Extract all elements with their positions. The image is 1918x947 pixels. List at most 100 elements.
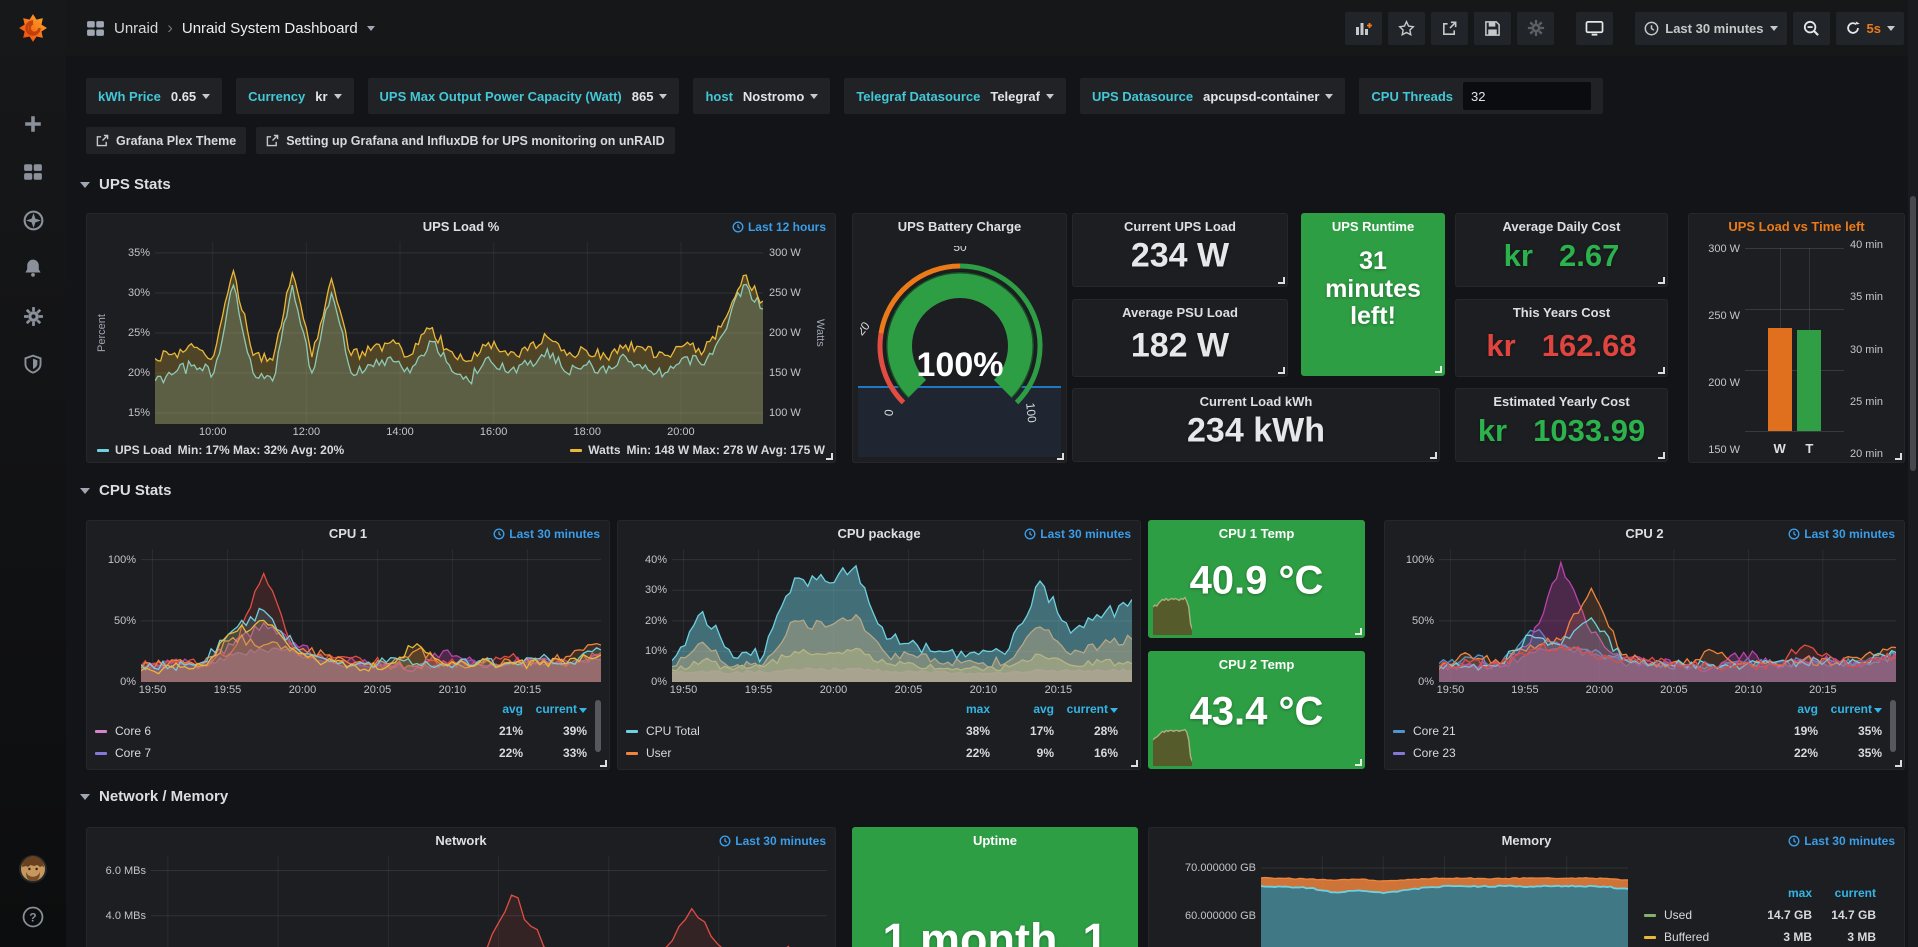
legend-sort-header[interactable]: current <box>1818 702 1882 716</box>
legend-series[interactable]: WattsMin: 148 W Max: 278 W Avg: 175 W <box>570 443 825 457</box>
link-grafana-plex-theme[interactable]: Grafana Plex Theme <box>86 127 246 154</box>
plot-area[interactable] <box>151 856 827 947</box>
sidebar-item-dashboards[interactable] <box>0 148 66 196</box>
panel-uptime[interactable]: Uptime 1 month, 1 <box>852 827 1138 947</box>
panel-title[interactable]: CPU 1 Temp <box>1219 527 1295 540</box>
legend-scrollbar[interactable] <box>1890 700 1896 752</box>
plot-area[interactable]: WT <box>1745 242 1844 437</box>
bar-T[interactable] <box>1797 330 1821 431</box>
resize-handle[interactable] <box>1658 367 1665 374</box>
panel-estimated-yearly-cost[interactable]: Estimated Yearly Cost kr1033.99 <box>1455 388 1668 462</box>
panel-title[interactable]: CPU 1 <box>329 527 367 540</box>
legend-series-name[interactable]: CPU Total <box>626 724 926 738</box>
variable-cpu-threads[interactable]: CPU Threads 32 <box>1359 78 1603 114</box>
legend-series-name[interactable]: Used <box>1644 908 1748 922</box>
breadcrumb-dashboard-title[interactable]: Unraid System Dashboard <box>182 20 358 37</box>
legend-series-name[interactable]: Core 6 <box>95 724 459 738</box>
panel-ups-battery-charge[interactable]: UPS Battery Charge02050100100% <box>852 213 1067 463</box>
panel-time-range[interactable]: Last 30 minutes <box>1024 528 1131 540</box>
sidebar-item-profile[interactable] <box>0 845 66 893</box>
panel-title[interactable]: Current UPS Load <box>1124 220 1236 233</box>
legend-sort-header[interactable]: max <box>1748 886 1812 900</box>
legend-scrollbar[interactable] <box>595 700 601 752</box>
panel-cpu1-graph[interactable]: CPU 1Last 30 minutes100%50%0%19:5019:552… <box>86 520 610 770</box>
legend-series-name[interactable]: Core 23 <box>1393 746 1754 760</box>
resize-handle[interactable] <box>1658 452 1665 459</box>
legend-sort-header[interactable]: avg <box>990 702 1054 716</box>
panel-memory-graph[interactable]: MemoryLast 30 minutes70.000000 GB60.0000… <box>1148 827 1905 947</box>
plot-area[interactable] <box>155 242 763 424</box>
panel-title[interactable]: CPU package <box>837 527 920 540</box>
legend-sort-header[interactable]: current <box>1812 886 1876 900</box>
resize-handle[interactable] <box>1355 628 1362 635</box>
sidebar-item-explore[interactable] <box>0 196 66 244</box>
resize-handle[interactable] <box>1895 453 1902 460</box>
panel-time-range[interactable]: Last 30 minutes <box>493 528 600 540</box>
panel-ups-load-vs-time-left[interactable]: UPS Load vs Time left300 W250 W200 W150 … <box>1688 213 1905 463</box>
panel-title[interactable]: UPS Load % <box>423 220 500 233</box>
panel-title[interactable]: CPU 2 <box>1625 527 1663 540</box>
breadcrumb-folder[interactable]: Unraid <box>114 20 158 37</box>
panel-time-range[interactable]: Last 12 hours <box>732 221 826 233</box>
legend-series-name[interactable]: Core 21 <box>1393 724 1754 738</box>
panel-network-graph[interactable]: NetworkLast 30 minutes6.0 MBs4.0 MBs2.0 … <box>86 827 836 947</box>
sidebar-item-help[interactable]: ? <box>0 893 66 941</box>
resize-handle[interactable] <box>1658 277 1665 284</box>
plot-area[interactable] <box>141 549 601 682</box>
legend-series-name[interactable]: Core 7 <box>95 746 459 760</box>
legend-sort-header[interactable]: avg <box>1754 702 1818 716</box>
panel-ups-runtime[interactable]: UPS Runtime 31 minutes left! <box>1301 213 1445 376</box>
legend-sort-header[interactable]: max <box>926 702 990 716</box>
resize-handle[interactable] <box>1131 760 1138 767</box>
panel-average-psu-load[interactable]: Average PSU Load 182 W <box>1072 299 1288 377</box>
section-cpu-stats[interactable]: CPU Stats <box>80 482 172 499</box>
variable-host[interactable]: host Nostromo <box>693 78 830 114</box>
resize-handle[interactable] <box>1435 366 1442 373</box>
panel-current-load-kwh[interactable]: Current Load kWh 234 kWh <box>1072 388 1440 462</box>
panel-title[interactable]: UPS Load vs Time left <box>1728 220 1864 233</box>
page-scrollbar[interactable] <box>1908 0 1918 947</box>
variable-telegraf-datasource[interactable]: Telegraf Datasource Telegraf <box>844 78 1066 114</box>
plot-area[interactable] <box>1261 856 1628 947</box>
resize-handle[interactable] <box>826 453 833 460</box>
panel-time-range[interactable]: Last 30 minutes <box>1788 528 1895 540</box>
panel-cpu-package-graph[interactable]: CPU packageLast 30 minutes40%30%20%10%0%… <box>617 520 1141 770</box>
panel-title[interactable]: This Years Cost <box>1513 306 1610 319</box>
save-button[interactable] <box>1474 12 1511 45</box>
sidebar-item-alerting[interactable] <box>0 244 66 292</box>
panel-title[interactable]: UPS Runtime <box>1332 220 1414 233</box>
zoom-out-button[interactable] <box>1793 12 1830 45</box>
plot-area[interactable] <box>672 549 1132 682</box>
panel-average-daily-cost[interactable]: Average Daily Cost kr2.67 <box>1455 213 1668 287</box>
legend-series-name[interactable]: User <box>626 746 926 760</box>
panel-title[interactable]: Estimated Yearly Cost <box>1493 395 1629 408</box>
panel-title[interactable]: Network <box>435 834 486 847</box>
resize-handle[interactable] <box>1278 277 1285 284</box>
sidebar-item-server-admin[interactable] <box>0 340 66 388</box>
legend-sort-header[interactable]: current <box>1054 702 1118 716</box>
variable-ups-datasource[interactable]: UPS Datasource apcupsd-container <box>1080 78 1345 114</box>
resize-handle[interactable] <box>1355 759 1362 766</box>
legend-sort-header[interactable]: current <box>523 702 587 716</box>
panel-title[interactable]: Current Load kWh <box>1200 395 1313 408</box>
panel-time-range[interactable]: Last 30 minutes <box>1788 835 1895 847</box>
plot-area[interactable] <box>1439 549 1896 682</box>
bar-W[interactable] <box>1768 328 1792 431</box>
sidebar-item-configuration[interactable] <box>0 292 66 340</box>
grafana-logo[interactable] <box>0 0 66 56</box>
scrollbar-thumb[interactable] <box>1910 196 1916 471</box>
chevron-down-icon[interactable] <box>367 26 375 31</box>
legend-series[interactable]: UPS LoadMin: 17% Max: 32% Avg: 20% <box>97 443 344 457</box>
panel-title[interactable]: Uptime <box>973 834 1017 847</box>
panel-title[interactable]: Memory <box>1502 834 1552 847</box>
panel-title[interactable]: CPU 2 Temp <box>1219 658 1295 671</box>
panel-cpu1-temp[interactable]: CPU 1 Temp 40.9 °C <box>1148 520 1365 638</box>
variable-kwh-price[interactable]: kWh Price 0.65 <box>86 78 222 114</box>
time-range-picker[interactable]: Last 30 minutes <box>1635 12 1786 45</box>
grid-icon[interactable] <box>86 19 105 38</box>
panel-title[interactable]: Average PSU Load <box>1122 306 1238 319</box>
cpu-threads-input[interactable]: 32 <box>1463 82 1591 110</box>
panel-cpu2-graph[interactable]: CPU 2Last 30 minutes100%50%0%19:5019:552… <box>1384 520 1905 770</box>
resize-handle[interactable] <box>1895 760 1902 767</box>
panel-this-years-cost[interactable]: This Years Cost kr162.68 <box>1455 299 1668 377</box>
